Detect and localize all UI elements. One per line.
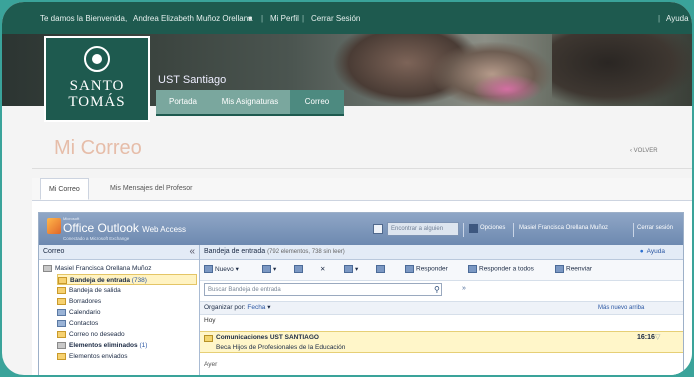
find-person-input[interactable]: Encontrar a alguien	[387, 222, 459, 236]
move-button[interactable]: ▾	[262, 265, 276, 274]
envelope-icon	[204, 335, 213, 342]
tab-mi-correo[interactable]: Mi Correo	[40, 178, 89, 200]
folder-icon	[57, 297, 66, 305]
owa-logout[interactable]: Cerrar sesión	[637, 225, 673, 231]
divider: |	[302, 14, 305, 23]
owa-title: Office Outlook Web Access	[63, 221, 187, 235]
owa-subtitle: Conectado a Microsoft Exchange	[63, 236, 130, 241]
folder-icon	[294, 265, 303, 273]
folder-drafts[interactable]: Borradores	[57, 296, 101, 307]
message-subject: Beca Hijos de Profesionales de la Educac…	[216, 344, 346, 351]
folder-button[interactable]	[294, 265, 305, 273]
outlook-web-access: Microsoft Office Outlook Web Access Cone…	[38, 212, 684, 375]
profile-link[interactable]: Mi Perfil	[270, 14, 299, 23]
tab-mensajes-profesor[interactable]: Mis Mensajes del Profesor	[102, 178, 200, 200]
calendar-icon	[57, 308, 66, 316]
options-icon[interactable]	[469, 224, 478, 233]
expand-search-icon[interactable]: »	[462, 285, 466, 292]
santo-tomas-logo[interactable]: SANTO TOMÁS	[44, 36, 150, 122]
main-nav: Portada Mis Asignaturas Correo	[156, 90, 344, 116]
folder-mailbox-root[interactable]: Masiel Francisca Orellana Muñoz	[43, 263, 151, 274]
help-link[interactable]: Ayuda	[666, 14, 689, 23]
folder-junk[interactable]: Correo no deseado	[57, 329, 125, 340]
options-button[interactable]: Opciones	[480, 225, 505, 231]
folder-pane: Correo « Masiel Francisca Orellana Muñoz…	[39, 245, 200, 375]
folder-icon	[57, 330, 66, 338]
folder-calendar[interactable]: Calendario	[57, 307, 100, 318]
divider	[32, 168, 692, 169]
collapse-icon[interactable]: «	[189, 245, 195, 258]
message-pane: Bandeja de entrada (792 elementos, 738 s…	[200, 245, 683, 375]
flag-icon[interactable]: ▽	[655, 333, 660, 341]
delete-icon[interactable]: ✕	[320, 265, 325, 273]
new-mail-icon	[204, 265, 213, 274]
nav-tab-correo[interactable]: Correo	[290, 90, 344, 114]
group-header-yesterday: Ayer	[204, 361, 218, 368]
folder-icon	[58, 276, 67, 284]
reply-all-button[interactable]: Responder a todos	[468, 265, 534, 273]
arrange-bar: Organizar por: Fecha ▾ Más nuevo arriba	[200, 301, 683, 315]
user-name[interactable]: Andrea Elizabeth Muñoz Orellana	[133, 14, 253, 23]
message-row[interactable]: Comunicaciones UST SANTIAGO Beca Hijos d…	[200, 331, 683, 353]
forward-button[interactable]: Reenviar	[555, 265, 592, 273]
reply-all-icon	[468, 265, 477, 273]
user-dropdown-icon[interactable]: ▾	[248, 14, 252, 23]
inbox-header: Bandeja de entrada (792 elementos, 738 s…	[200, 245, 683, 260]
nav-tab-asignaturas[interactable]: Mis Asignaturas	[210, 90, 290, 114]
arrange-field[interactable]: Fecha	[247, 304, 265, 311]
divider: |	[658, 14, 661, 23]
folder-deleted[interactable]: Elementos eliminados (1)	[57, 340, 147, 351]
top-bar: Te damos la Bienvenida, Andrea Elizabeth…	[2, 2, 692, 34]
reply-icon	[405, 265, 414, 273]
browser-frame: Te damos la Bienvenida, Andrea Elizabeth…	[2, 2, 692, 375]
group-header-today: Hoy	[204, 317, 216, 324]
search-input[interactable]: Buscar Bandeja de entrada	[204, 283, 442, 296]
owa-help-link[interactable]: Ayuda	[640, 245, 665, 259]
folder-contacts[interactable]: Contactos	[57, 318, 98, 329]
welcome-text: Te damos la Bienvenida,	[40, 14, 128, 23]
seal-icon	[84, 46, 110, 72]
print-icon	[376, 265, 385, 273]
flag-button[interactable]: ▾	[344, 265, 358, 274]
mail-toolbar: Nuevo ▾ ▾ ✕ ▾ Responder Responder a todo…	[200, 260, 683, 281]
message-time: 16:16	[637, 334, 655, 341]
move-icon	[262, 265, 271, 274]
address-book-icon[interactable]	[373, 224, 383, 234]
office-logo-icon	[47, 218, 61, 234]
contacts-icon	[57, 319, 66, 327]
new-button[interactable]: Nuevo ▾	[204, 265, 239, 274]
folder-icon	[57, 352, 66, 360]
folder-icon	[57, 286, 66, 294]
content-tabs: Mi Correo Mis Mensajes del Profesor	[32, 178, 692, 201]
divider: |	[261, 14, 264, 23]
main-content: Mi Correo Mis Mensajes del Profesor Micr…	[32, 178, 692, 375]
campus-name: UST Santiago	[158, 74, 227, 86]
owa-user-menu[interactable]: Masiel Francisca Orellana Muñoz	[519, 225, 608, 231]
folder-sent[interactable]: Elementos enviados	[57, 351, 128, 362]
nav-tab-portada[interactable]: Portada	[156, 90, 210, 114]
folder-outbox[interactable]: Bandeja de salida	[57, 285, 121, 296]
flag-icon	[344, 265, 353, 274]
mailbox-icon	[43, 264, 52, 272]
back-link[interactable]: VOLVER	[630, 148, 658, 154]
sort-order[interactable]: Más nuevo arriba	[598, 302, 644, 314]
trash-icon	[57, 341, 66, 349]
page-title: Mi Correo	[54, 137, 142, 159]
owa-header: Microsoft Office Outlook Web Access Cone…	[39, 213, 683, 245]
folder-pane-header: Correo «	[39, 245, 199, 260]
logout-link[interactable]: Cerrar Sesión	[311, 14, 360, 23]
forward-icon	[555, 265, 564, 273]
search-icon[interactable]: ⚲	[434, 285, 440, 294]
print-button[interactable]	[376, 265, 387, 273]
message-sender: Comunicaciones UST SANTIAGO	[216, 334, 319, 341]
folder-inbox[interactable]: Bandeja de entrada (738)	[57, 274, 197, 285]
reply-button[interactable]: Responder	[405, 265, 448, 273]
